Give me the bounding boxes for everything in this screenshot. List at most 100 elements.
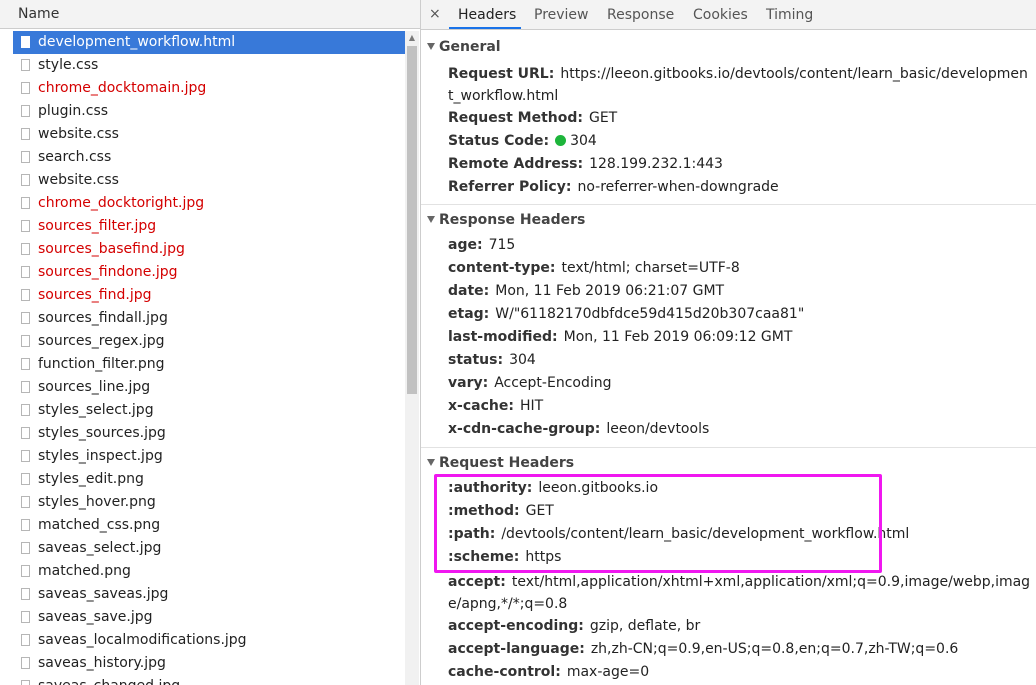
file-icon [21,473,30,485]
request-list-panel: Name development_workflow.html style.css c… [0,0,421,685]
list-item[interactable]: sources_regex.jpg [13,330,405,353]
file-name: sources_findall.jpg [38,310,168,326]
list-item[interactable]: sources_filter.jpg [13,215,405,238]
header-value: Mon, 11 Feb 2019 06:09:12 GMT [563,329,793,345]
list-item[interactable]: styles_inspect.jpg [13,445,405,468]
file-icon [21,289,30,301]
file-icon [21,427,30,439]
response-header-row: date: Mon, 11 Feb 2019 06:21:07 GMT [448,283,724,299]
file-name: styles_edit.png [38,471,144,487]
header-key: vary: [448,375,489,391]
file-name: website.css [38,126,119,142]
file-name: sources_regex.jpg [38,333,165,349]
file-icon [21,358,30,370]
list-item[interactable]: website.css [13,169,405,192]
list-item[interactable]: saveas_save.jpg [13,606,405,629]
header-key: cache-control: [448,664,561,680]
header-value: 715 [488,237,516,253]
list-item[interactable]: saveas_saveas.jpg [13,583,405,606]
file-name: chrome_docktomain.jpg [38,80,207,96]
response-headers-section-header[interactable]: Response Headers [427,212,585,228]
tab-response[interactable]: Response [607,7,674,23]
list-item[interactable]: sources_line.jpg [13,376,405,399]
close-icon[interactable]: × [429,6,441,22]
header-key: age: [448,237,483,253]
request-header-row: cache-control: max-age=0 [448,664,649,680]
header-key: x-cdn-cache-group: [448,421,601,437]
header-value: leeon.gitbooks.io [538,480,659,496]
status-ok-dot-icon [555,135,567,146]
file-icon [21,312,30,324]
general-section-header[interactable]: General [427,39,501,55]
details-panel: × Headers Preview Response Cookies Timin… [421,0,1036,685]
file-icon [21,634,30,646]
list-item[interactable]: styles_select.jpg [13,399,405,422]
tab-preview[interactable]: Preview [534,7,589,23]
header-key: :method: [448,503,520,519]
list-scrollbar[interactable]: ▲ [405,31,419,685]
file-name: styles_inspect.jpg [38,448,163,464]
header-key: accept-language: [448,641,585,657]
list-item[interactable]: style.css [13,54,405,77]
header-key: status: [448,352,504,368]
referrer-policy-label: Referrer Policy: [448,179,572,195]
file-name: search.css [38,149,112,165]
tab-cookies[interactable]: Cookies [693,7,748,23]
list-item[interactable]: saveas_localmodifications.jpg [13,629,405,652]
response-header-row: age: 715 [448,237,515,253]
list-item[interactable]: development_workflow.html [13,31,405,54]
list-item[interactable]: chrome_docktoright.jpg [13,192,405,215]
request-url-row: Request URL: https://leeon.gitbooks.io/de… [448,63,1033,107]
list-item[interactable]: sources_find.jpg [13,284,405,307]
list-item[interactable]: saveas_history.jpg [13,652,405,675]
list-item[interactable]: styles_sources.jpg [13,422,405,445]
list-item[interactable]: website.css [13,123,405,146]
status-code-label: Status Code: [448,133,550,149]
file-icon [21,611,30,623]
file-name: sources_basefind.jpg [38,241,185,257]
list-item[interactable]: sources_findone.jpg [13,261,405,284]
file-icon [21,36,30,48]
file-icon [21,82,30,94]
response-header-row: vary: Accept-Encoding [448,375,612,391]
header-key: x-cache: [448,398,514,414]
tab-timing[interactable]: Timing [766,7,813,23]
header-value: max-age=0 [566,664,650,680]
header-value: https [525,549,562,565]
file-icon [21,266,30,278]
request-header-row: accept-encoding: gzip, deflate, br [448,618,700,634]
remote-address-value: 128.199.232.1:443 [589,156,723,172]
file-name: style.css [38,57,99,73]
file-name: styles_sources.jpg [38,425,166,441]
list-item[interactable]: function_filter.png [13,353,405,376]
scrollbar-thumb[interactable] [407,46,417,394]
file-icon [21,174,30,186]
header-key: date: [448,283,490,299]
list-item[interactable]: search.css [13,146,405,169]
list-item[interactable]: styles_edit.png [13,468,405,491]
tab-headers[interactable]: Headers [458,7,516,23]
response-header-row: last-modified: Mon, 11 Feb 2019 06:09:12 … [448,329,792,345]
list-item[interactable]: chrome_docktomain.jpg [13,77,405,100]
list-item[interactable]: sources_basefind.jpg [13,238,405,261]
header-key: etag: [448,306,490,322]
file-name: styles_hover.png [38,494,156,510]
list-item[interactable]: sources_findall.jpg [13,307,405,330]
file-icon [21,565,30,577]
file-icon [21,197,30,209]
list-item[interactable]: saveas_changed.jpg [13,675,405,685]
request-headers-section-header[interactable]: Request Headers [427,455,574,471]
name-column-header[interactable]: Name [0,0,420,29]
response-headers-title: Response Headers [439,212,586,228]
scroll-up-icon[interactable]: ▲ [405,31,419,45]
request-method-label: Request Method: [448,110,583,126]
referrer-policy-value: no-referrer-when-downgrade [577,179,779,195]
list-item[interactable]: matched_css.png [13,514,405,537]
list-item[interactable]: matched.png [13,560,405,583]
file-name: saveas_localmodifications.jpg [38,632,247,648]
list-item[interactable]: styles_hover.png [13,491,405,514]
list-item[interactable]: plugin.css [13,100,405,123]
list-item[interactable]: saveas_select.jpg [13,537,405,560]
header-value: 304 [509,352,536,368]
file-name: saveas_changed.jpg [38,675,180,685]
